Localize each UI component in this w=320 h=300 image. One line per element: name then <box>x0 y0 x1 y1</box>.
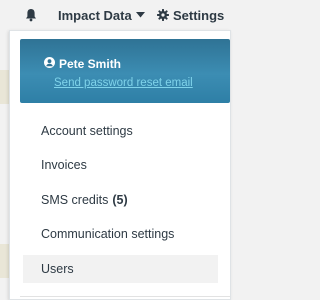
settings-menu[interactable]: Settings <box>157 6 224 24</box>
background-panel <box>0 244 9 278</box>
sms-credit-count: (5) <box>112 193 128 207</box>
bell-icon <box>25 8 37 22</box>
gear-icon <box>157 9 169 21</box>
impact-data-menu[interactable]: Impact Data <box>58 6 145 24</box>
menu-item-users[interactable]: Users <box>23 255 218 283</box>
background-panel <box>0 70 9 104</box>
user-circle-icon <box>44 57 55 71</box>
settings-dropdown: Pete Smith Send password reset email Acc… <box>9 30 231 300</box>
menu-item-account-settings[interactable]: Account settings <box>23 117 218 145</box>
menu-item-label: Account settings <box>41 124 133 138</box>
menu-divider <box>20 296 230 297</box>
menu-item-sms-credits[interactable]: SMS credits (5) <box>23 186 218 214</box>
caret-down-icon <box>135 12 145 18</box>
menu-item-label: Users <box>41 262 74 276</box>
top-navbar: Impact Data Settings <box>0 0 231 30</box>
menu-item-label: Communication settings <box>41 227 175 241</box>
menu-item-label: Invoices <box>41 158 87 172</box>
user-name-row: Pete Smith <box>44 57 121 71</box>
impact-data-label: Impact Data <box>58 7 132 23</box>
notifications-button[interactable] <box>25 6 41 24</box>
user-header: Pete Smith Send password reset email <box>20 39 230 103</box>
user-name: Pete Smith <box>59 57 122 71</box>
send-password-reset-link[interactable]: Send password reset email <box>54 77 193 89</box>
settings-label: Settings <box>173 7 225 23</box>
menu-item-label: SMS credits <box>41 193 109 207</box>
menu-item-communication-settings[interactable]: Communication settings <box>23 220 218 248</box>
menu-item-invoices[interactable]: Invoices <box>23 151 218 179</box>
